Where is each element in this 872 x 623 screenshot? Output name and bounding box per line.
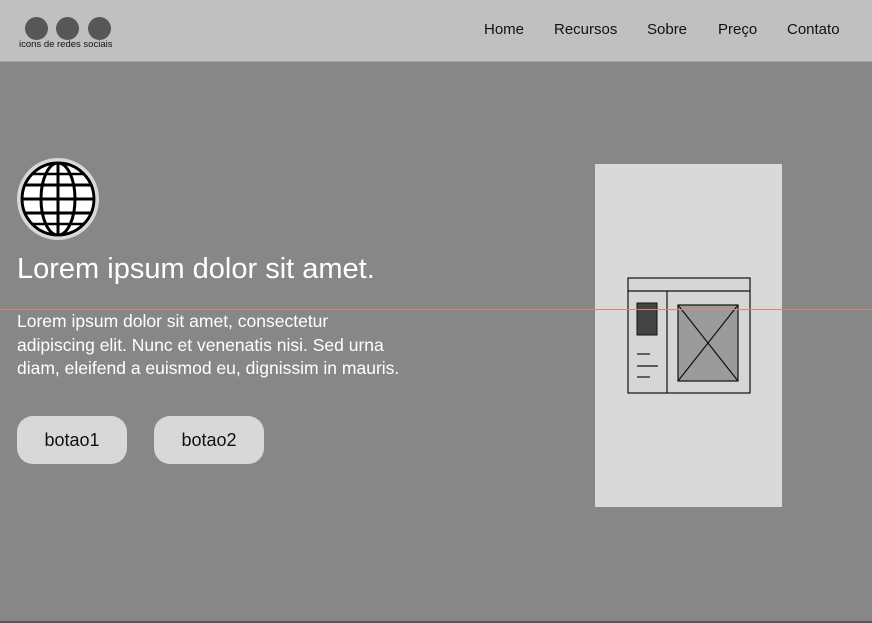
botao2-button[interactable]: botao2 (154, 416, 264, 464)
nav-link-contato[interactable]: Contato (787, 21, 840, 41)
social-icons-label: icons de redes sociais (19, 39, 113, 50)
wireframe-image-icon (627, 277, 751, 394)
nav-link-home[interactable]: Home (484, 21, 524, 41)
guide-line (0, 309, 872, 310)
social-icon[interactable] (56, 17, 79, 40)
globe-icon (17, 158, 99, 240)
nav-link-sobre[interactable]: Sobre (647, 21, 687, 41)
social-icons: icons de redes sociais (19, 16, 129, 52)
social-icon[interactable] (25, 17, 48, 40)
nav-link-recursos[interactable]: Recursos (554, 21, 617, 41)
hero-title: Lorem ipsum dolor sit amet. (17, 253, 375, 285)
botao1-button[interactable]: botao1 (17, 416, 127, 464)
header: icons de redes sociais Home Recursos Sob… (0, 0, 872, 62)
social-icon[interactable] (88, 17, 111, 40)
nav-link-preco[interactable]: Preço (718, 21, 757, 41)
hero-description: Lorem ipsum dolor sit amet, consectetur … (17, 311, 400, 379)
